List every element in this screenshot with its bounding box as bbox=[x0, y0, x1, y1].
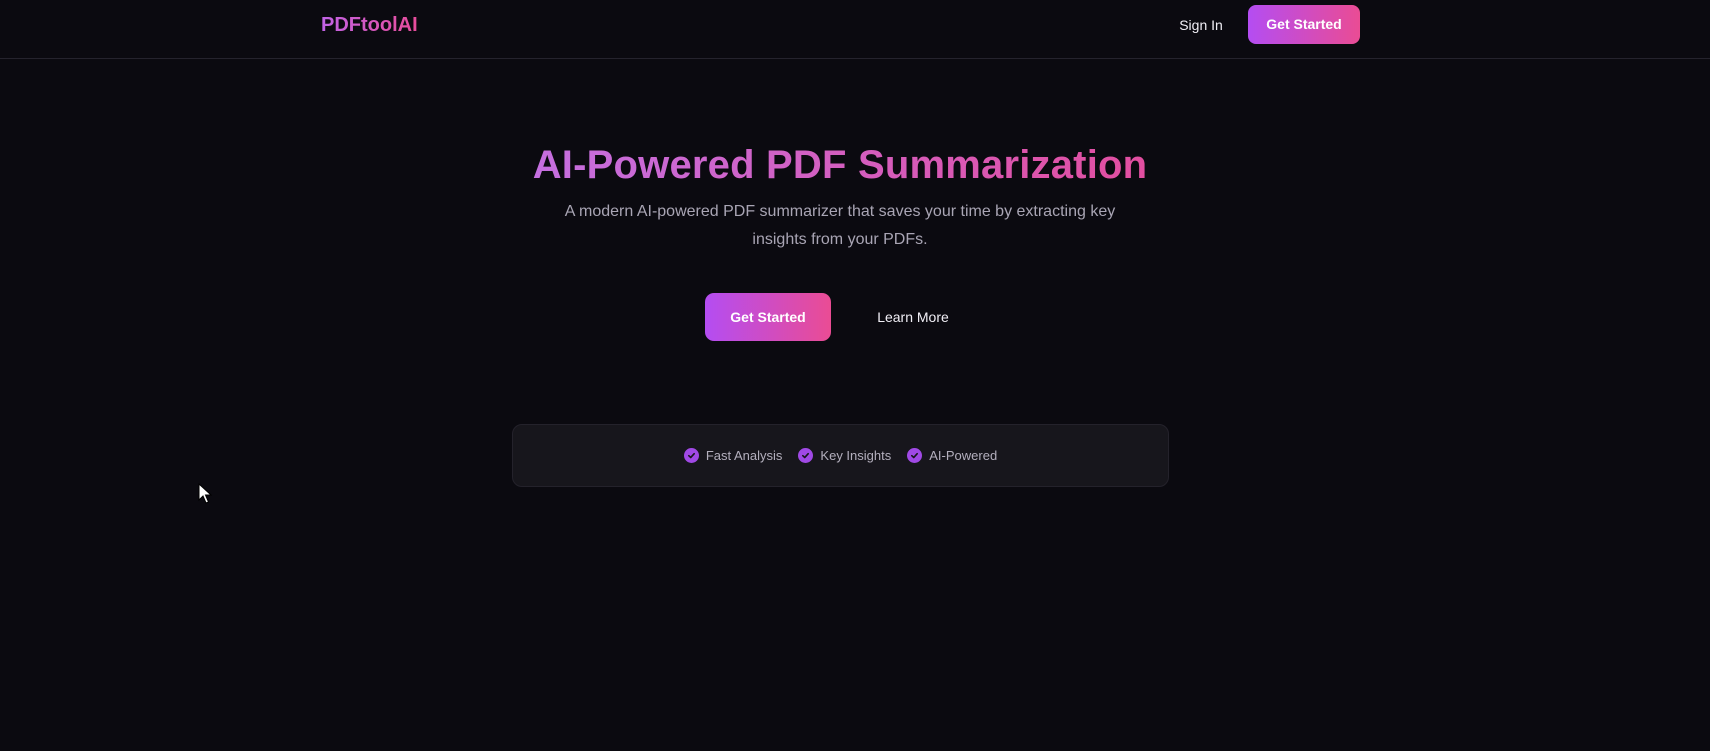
features-bar: Fast Analysis Key Insights AI-Powered bbox=[512, 424, 1169, 487]
landing-page: PDFtoolAI Sign In Get Started AI-Powered… bbox=[0, 0, 1710, 751]
feature-ai-powered: AI-Powered bbox=[907, 447, 997, 465]
hero-subtitle: A modern AI-powered PDF summarizer that … bbox=[564, 203, 1116, 248]
top-nav: PDFtoolAI Sign In Get Started bbox=[0, 0, 1710, 59]
brand-logo[interactable]: PDFtoolAI bbox=[321, 12, 418, 38]
check-circle-icon bbox=[683, 448, 699, 463]
learn-more-link[interactable]: Learn More bbox=[860, 307, 966, 327]
header-get-started-button[interactable]: Get Started bbox=[1248, 5, 1360, 44]
hero-title-text: AI-Powered PDF Summarization bbox=[532, 143, 1148, 187]
feature-key-insights: Key Insights bbox=[798, 447, 891, 465]
feature-label: Fast Analysis bbox=[705, 447, 783, 463]
hero-title: AI-Powered PDF Summarization bbox=[400, 140, 1280, 190]
feature-label: Key Insights bbox=[820, 447, 892, 463]
feature-fast-analysis: Fast Analysis bbox=[683, 447, 783, 465]
check-circle-icon bbox=[907, 448, 923, 463]
sign-in-link[interactable]: Sign In bbox=[1170, 15, 1232, 35]
feature-label: AI-Powered bbox=[929, 447, 998, 463]
check-circle-icon bbox=[798, 448, 814, 463]
hero-get-started-button[interactable]: Get Started bbox=[705, 293, 831, 341]
mouse-cursor-icon bbox=[198, 483, 213, 504]
